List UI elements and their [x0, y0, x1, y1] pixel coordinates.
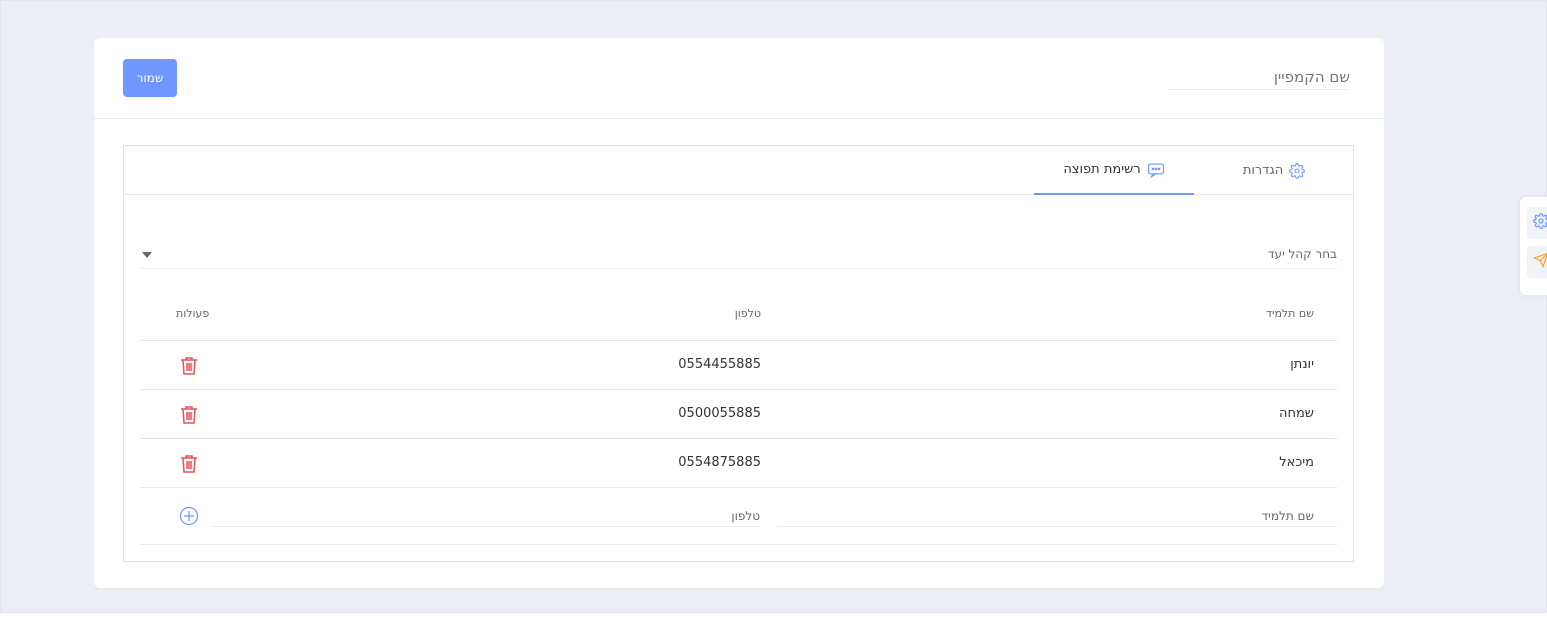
add-row-button[interactable] — [179, 506, 199, 526]
card-header: שמור — [94, 38, 1384, 119]
row-phone: 0554875885 — [678, 455, 761, 470]
tab-settings-label: הגדרות — [1242, 163, 1284, 178]
save-button[interactable]: שמור — [123, 59, 177, 97]
table-row: יונתן 0554455885 — [140, 341, 1337, 390]
row-phone: 0554455885 — [678, 357, 761, 372]
row-phone: 0500055885 — [678, 406, 761, 421]
trash-icon — [180, 455, 198, 477]
tab-distribution-list-label: רשימת תפוצה — [1063, 162, 1141, 177]
delete-row-button[interactable] — [180, 405, 198, 425]
delete-row-button[interactable] — [180, 454, 198, 474]
new-recipient-row — [140, 488, 1337, 545]
campaign-name-input[interactable] — [1168, 64, 1350, 90]
side-send-button[interactable] — [1527, 246, 1547, 278]
message-dots-icon — [1147, 162, 1165, 178]
recipients-table: שם תלמיד טלפון פעולות יונתן 0554455885 ש… — [140, 288, 1337, 545]
column-header-actions: פעולות — [176, 307, 210, 320]
new-phone-input[interactable] — [210, 505, 760, 527]
column-header-name: שם תלמיד — [1265, 307, 1314, 320]
tab-distribution-list[interactable]: רשימת תפוצה — [1034, 146, 1194, 195]
tab-bar: הגדרות רשימת תפוצה — [124, 146, 1353, 195]
trash-icon — [180, 406, 198, 428]
audience-select-label: בחר קהל יעד — [1267, 247, 1337, 261]
gear-icon — [1533, 213, 1547, 233]
send-icon — [1532, 252, 1547, 272]
campaign-panel: הגדרות רשימת תפוצה בחר קהל יעד שם תלמיד … — [123, 145, 1354, 562]
tab-settings[interactable]: הגדרות — [1224, 146, 1324, 195]
plus-circle-icon — [179, 506, 199, 529]
row-name: מיכאל — [1279, 455, 1314, 470]
table-row: מיכאל 0554875885 — [140, 439, 1337, 488]
table-header: שם תלמיד טלפון פעולות — [140, 288, 1337, 341]
gear-icon — [1289, 162, 1305, 179]
caret-down-icon — [142, 252, 152, 258]
floating-side-widget — [1520, 197, 1547, 295]
new-name-input[interactable] — [777, 505, 1337, 527]
delete-row-button[interactable] — [180, 356, 198, 376]
column-header-phone: טלפון — [734, 307, 761, 320]
table-row: שמחה 0500055885 — [140, 390, 1337, 439]
audience-select[interactable]: בחר קהל יעד — [140, 241, 1337, 269]
row-name: יונתן — [1290, 357, 1314, 372]
side-settings-button[interactable] — [1527, 207, 1547, 239]
campaign-card: שמור הגדרות — [94, 38, 1384, 588]
row-name: שמחה — [1278, 406, 1314, 421]
trash-icon — [180, 357, 198, 379]
